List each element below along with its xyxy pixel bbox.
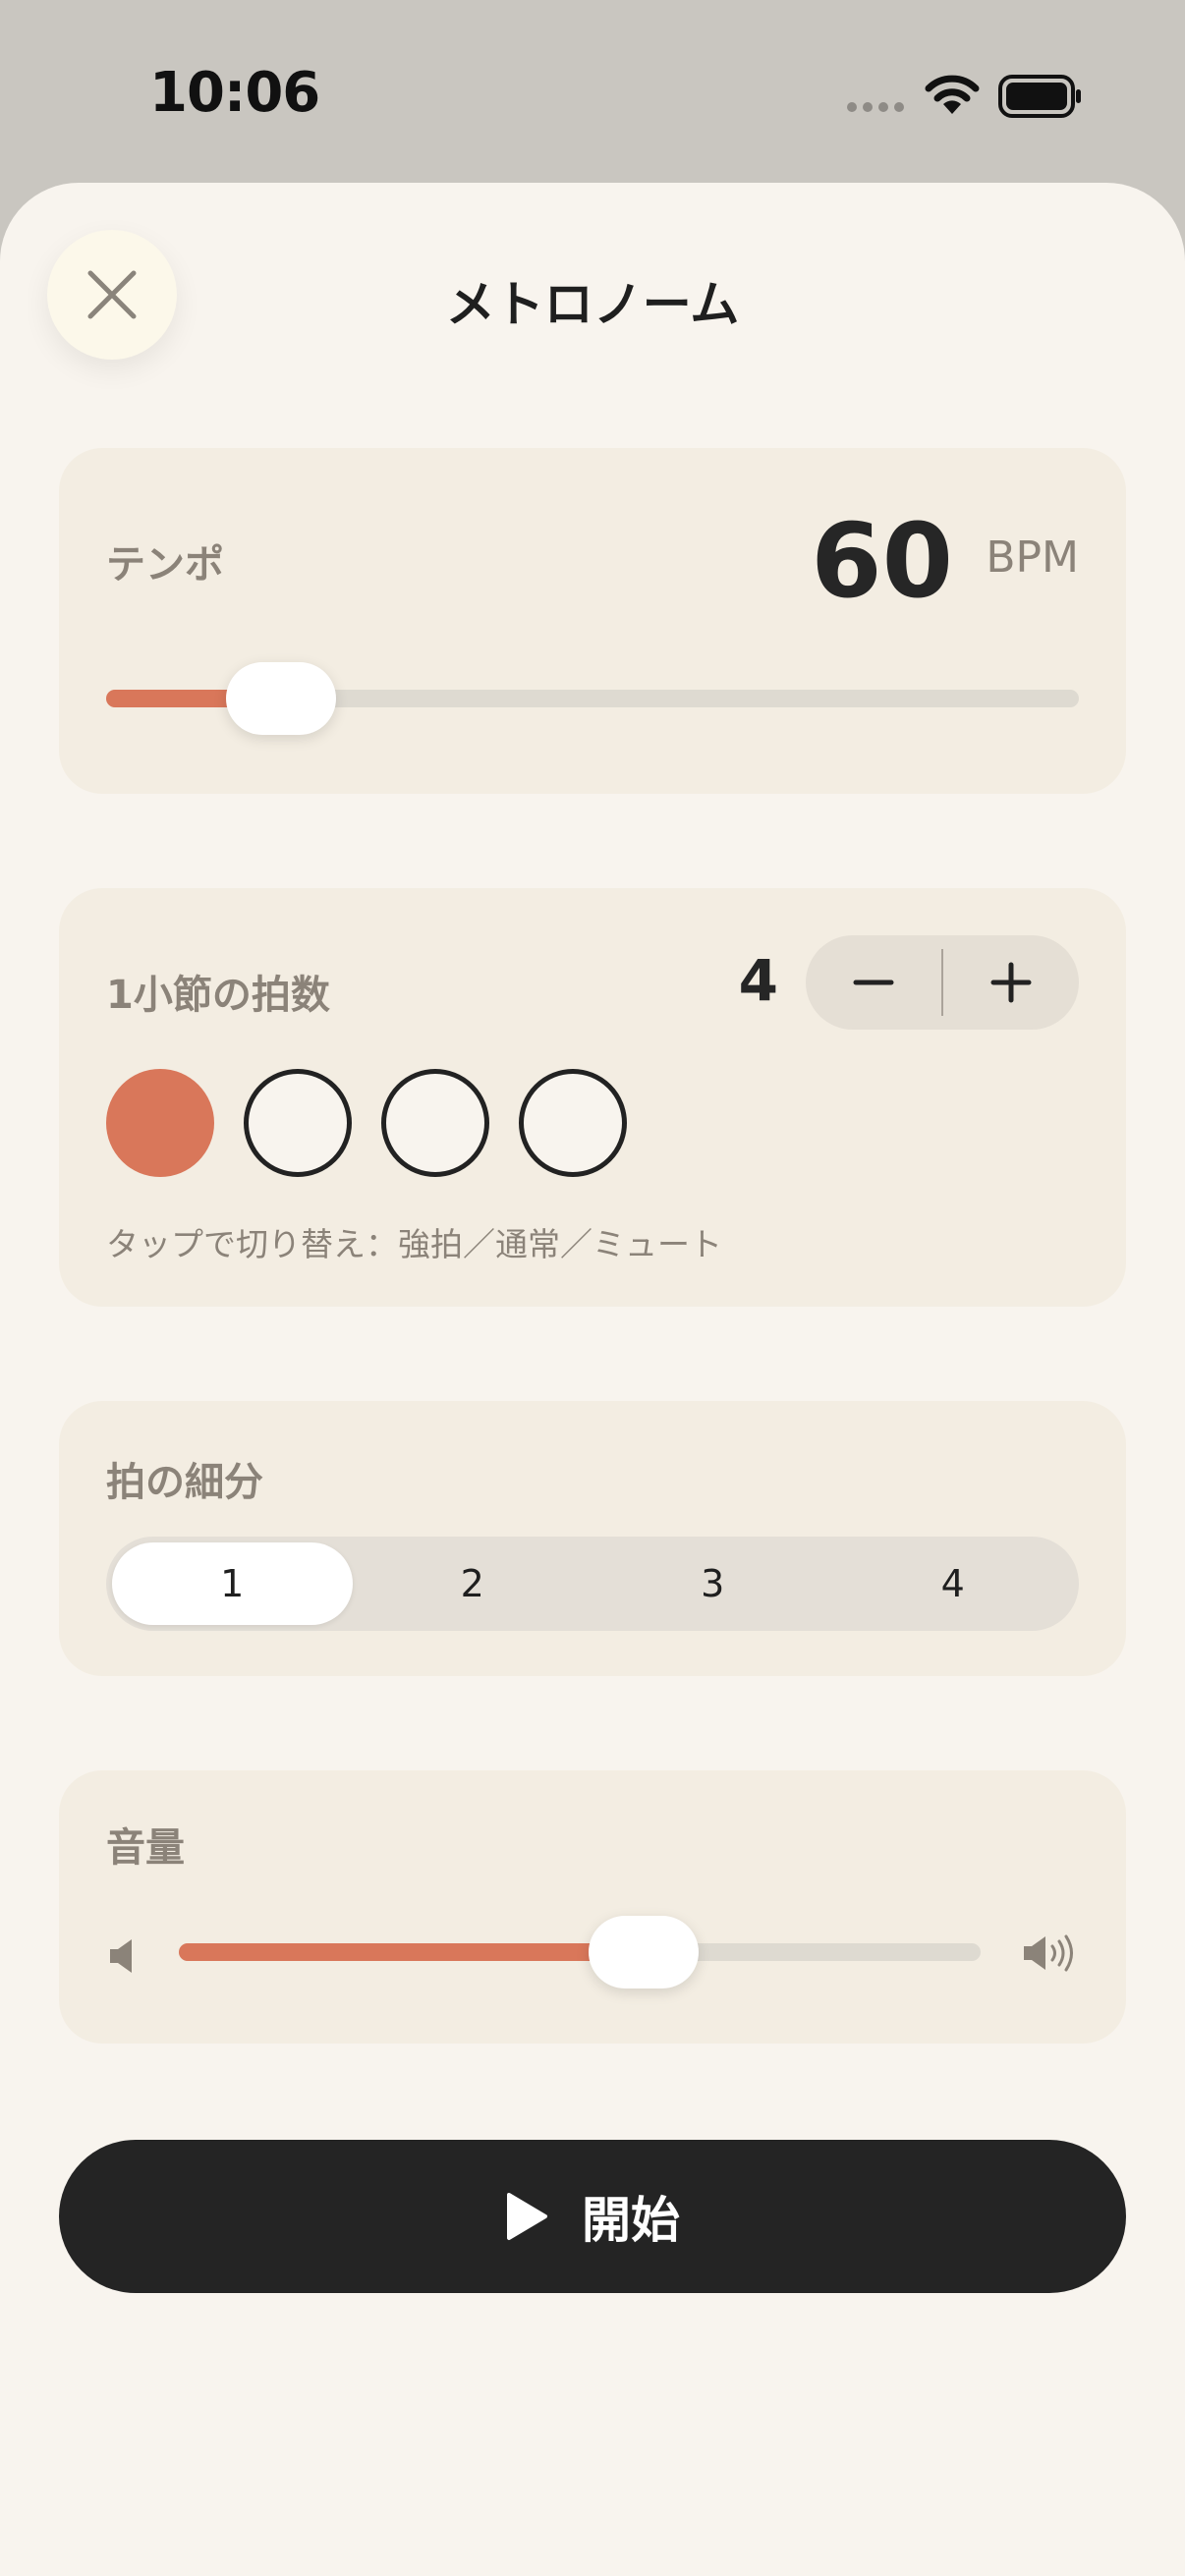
beat-dot-2[interactable] bbox=[244, 1069, 352, 1177]
tempo-value: 60 bbox=[811, 501, 953, 621]
tempo-slider-thumb[interactable] bbox=[226, 662, 337, 735]
subdivision-card: 拍の細分 1234 bbox=[59, 1401, 1126, 1676]
subdivision-option-1[interactable]: 1 bbox=[112, 1542, 353, 1625]
volume-label: 音量 bbox=[106, 1825, 185, 1871]
battery-icon bbox=[998, 75, 1081, 118]
beats-label: 1小節の拍数 bbox=[106, 973, 330, 1018]
tempo-unit: BPM bbox=[986, 532, 1079, 583]
volume-slider[interactable] bbox=[179, 1916, 981, 1988]
subdivision-option-3[interactable]: 3 bbox=[592, 1542, 833, 1625]
start-button[interactable]: 開始 bbox=[59, 2140, 1126, 2293]
subdivision-option-2[interactable]: 2 bbox=[353, 1542, 593, 1625]
beats-hint: タップで切り替え：強拍／通常／ミュート bbox=[106, 1225, 722, 1263]
subdivision-option-4[interactable]: 4 bbox=[833, 1542, 1074, 1625]
tempo-slider[interactable] bbox=[106, 662, 1079, 735]
status-time: 10:06 bbox=[149, 61, 320, 125]
cellular-signal-icon bbox=[847, 102, 904, 112]
volume-card: 音量 bbox=[59, 1770, 1126, 2044]
volume-low-icon bbox=[110, 1939, 132, 1973]
wifi-icon bbox=[925, 75, 980, 114]
decrement-button[interactable] bbox=[806, 935, 941, 1030]
volume-slider-fill bbox=[179, 1943, 645, 1961]
status-bar: 10:06 bbox=[0, 0, 1185, 183]
tempo-card: テンポ 60 BPM bbox=[59, 448, 1126, 794]
minus-icon bbox=[853, 980, 894, 985]
metronome-sheet: メトロノーム テンポ 60 BPM 1小節の拍数 4 タップで切り替え：強拍／通… bbox=[0, 183, 1185, 2576]
beats-stepper bbox=[806, 935, 1079, 1030]
tempo-label: テンポ bbox=[106, 542, 224, 588]
beat-dot-3[interactable] bbox=[381, 1069, 489, 1177]
beats-count: 4 bbox=[738, 947, 778, 1014]
beats-card: 1小節の拍数 4 タップで切り替え：強拍／通常／ミュート bbox=[59, 888, 1126, 1307]
volume-high-icon bbox=[1024, 1934, 1073, 1972]
beat-dot-4[interactable] bbox=[519, 1069, 627, 1177]
increment-button[interactable] bbox=[943, 935, 1079, 1030]
start-label: 開始 bbox=[582, 2192, 680, 2249]
plus-icon bbox=[990, 962, 1032, 1003]
page-title: メトロノーム bbox=[445, 276, 740, 333]
play-icon bbox=[507, 2193, 547, 2240]
subdivision-label: 拍の細分 bbox=[106, 1460, 263, 1505]
beat-dots bbox=[106, 1069, 627, 1177]
beat-dot-1[interactable] bbox=[106, 1069, 214, 1177]
subdivision-segmented-control: 1234 bbox=[106, 1537, 1079, 1631]
volume-slider-thumb[interactable] bbox=[589, 1916, 700, 1988]
